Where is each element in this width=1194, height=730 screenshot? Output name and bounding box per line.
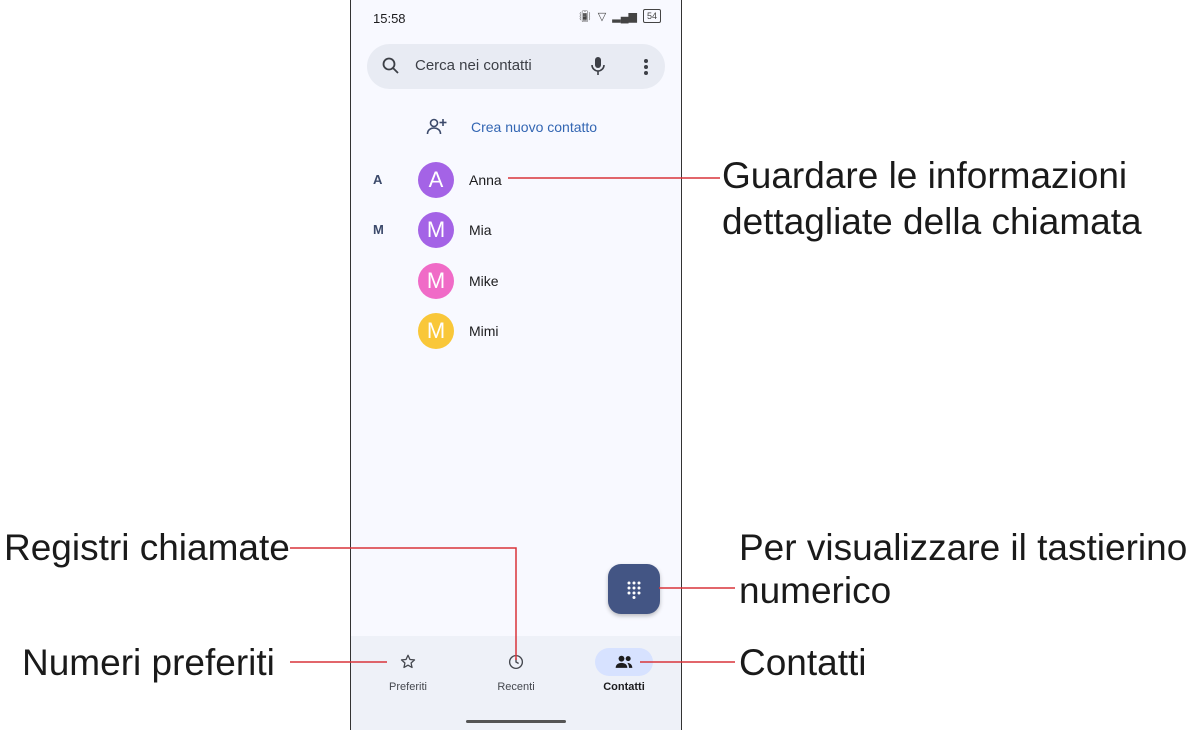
details-callout-line2: dettagliate della chiamata — [722, 201, 1142, 242]
contacts-callout: Contatti — [739, 642, 867, 683]
callout-lines — [290, 177, 735, 663]
call-log-callout-line — [290, 547, 517, 660]
favorites-callout: Numeri preferiti — [22, 642, 275, 683]
keypad-callout-line2: numerico — [739, 570, 892, 611]
details-callout-line1: Guardare le informazioni — [722, 155, 1128, 196]
call-log-callout: Registri chiamate — [4, 527, 290, 568]
